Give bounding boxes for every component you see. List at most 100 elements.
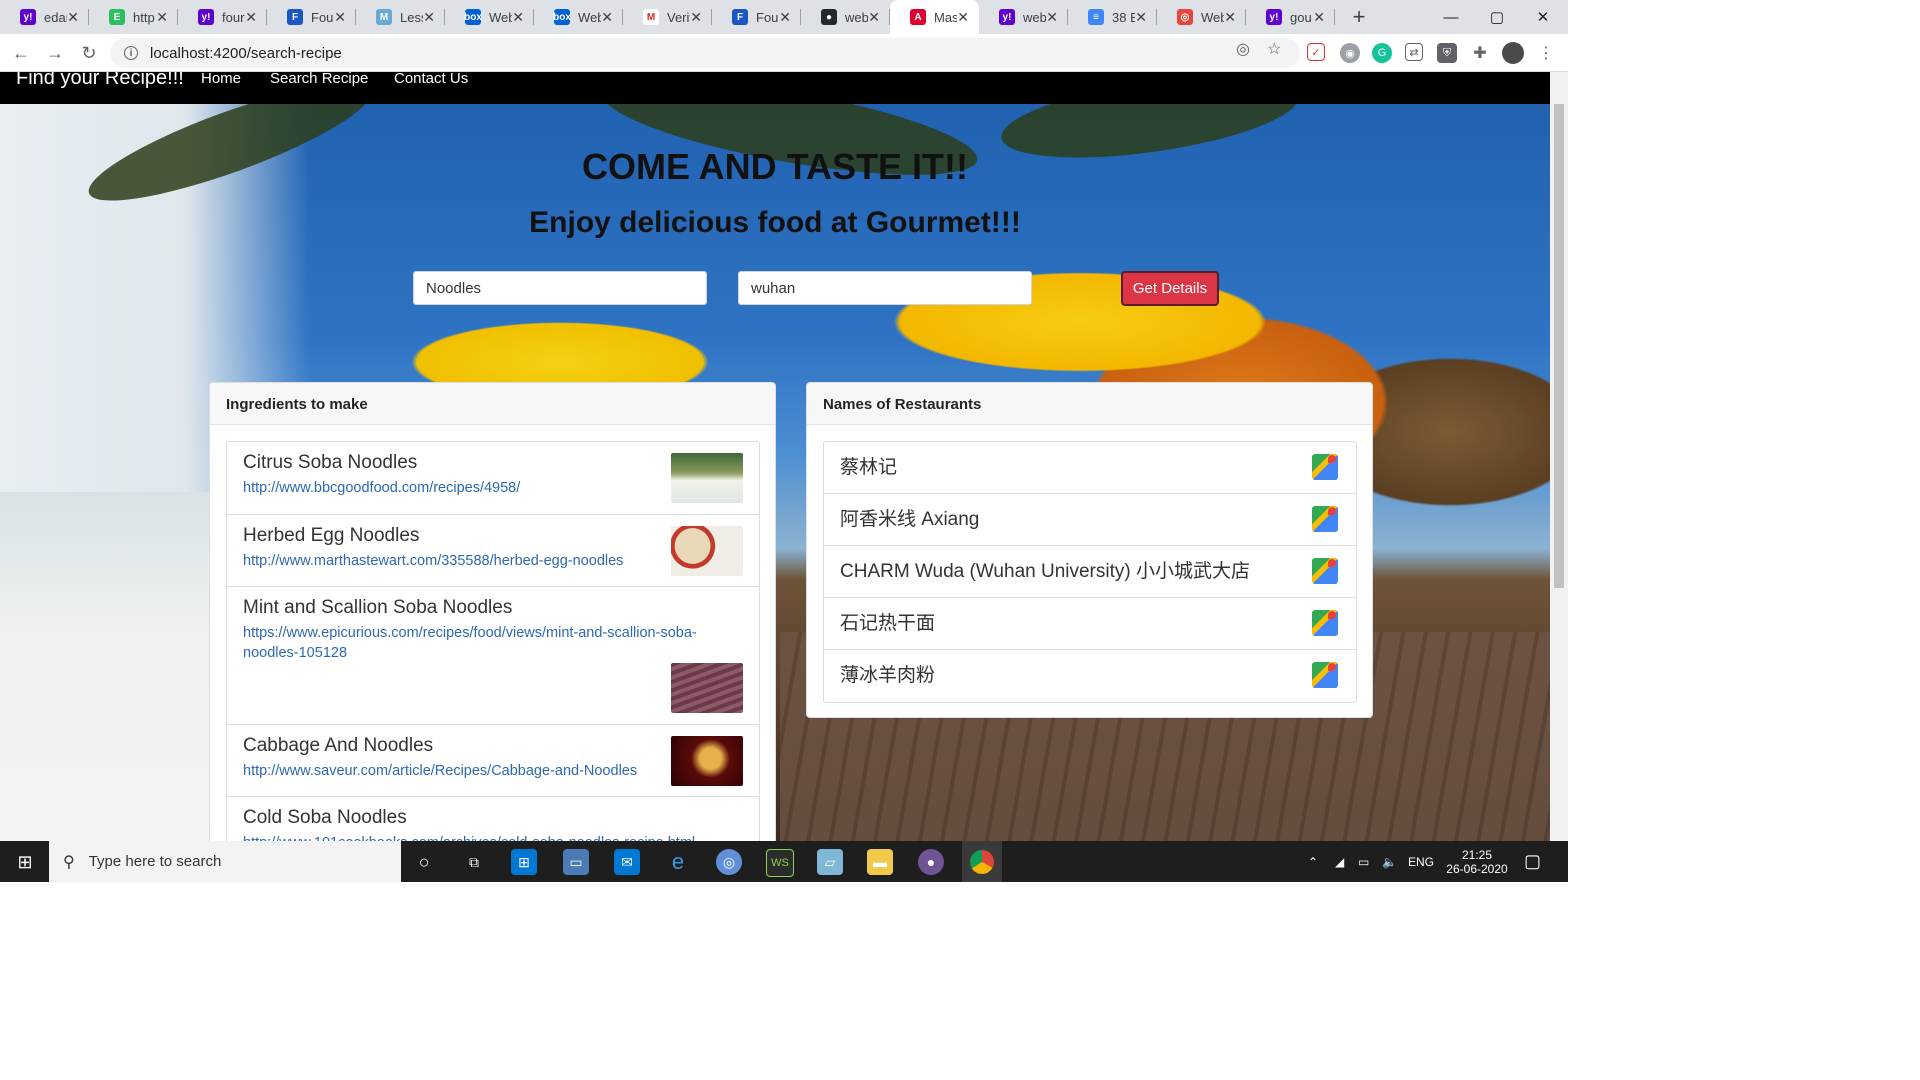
menu-dots-icon[interactable]: ⋮ (1536, 43, 1556, 63)
browser-tab[interactable]: Ehttp ✕ (89, 0, 178, 34)
tab-close-icon[interactable]: ✕ (1046, 9, 1058, 26)
tab-close-icon[interactable]: ✕ (512, 9, 524, 26)
task-view-icon[interactable]: ⧉ (461, 849, 487, 875)
tab-close-icon[interactable]: ✕ (1224, 9, 1236, 26)
computer-icon[interactable]: ▭ (563, 849, 589, 875)
recipe-link-continued[interactable]: noodles-105128 (243, 643, 347, 663)
browser-tab[interactable]: M Less✕ (356, 0, 445, 34)
extensions-puzzle-icon[interactable]: ✚ (1470, 43, 1490, 63)
forward-icon[interactable]: → (42, 40, 68, 66)
clipboard-extension-icon[interactable]: ⇄ (1405, 43, 1423, 61)
recipe-search-input[interactable] (413, 271, 707, 305)
browser-tab[interactable]: ≡ 38 E ✕ (1068, 0, 1157, 34)
tab-close-icon[interactable]: ✕ (1313, 9, 1325, 26)
recipe-link[interactable]: https://www.epicurious.com/recipes/food/… (243, 623, 697, 643)
address-bar[interactable]: i localhost:4200/search-recipe (110, 38, 1300, 68)
google-maps-icon[interactable] (1312, 610, 1338, 636)
browser-tab[interactable]: box Web ✕ (445, 0, 534, 34)
notification-icon[interactable]: ▢ (1524, 841, 1541, 882)
google-maps-icon[interactable] (1312, 506, 1338, 532)
recipe-thumbnail[interactable] (671, 453, 743, 503)
nav-link-home[interactable]: Home (201, 72, 241, 87)
restaurant-item[interactable]: 阿香米线 Axiang (824, 494, 1356, 546)
cortana-icon[interactable]: ○ (411, 849, 437, 875)
browser-tab[interactable]: y! four ✕ (178, 0, 267, 34)
tab-close-icon[interactable]: ✕ (868, 9, 880, 26)
browser-tab[interactable]: M Verify✕ (623, 0, 712, 34)
browser-tab[interactable]: A Mas ✕ (890, 0, 979, 34)
tab-close-icon[interactable]: ✕ (156, 9, 168, 26)
github-desktop-icon[interactable]: ● (918, 849, 944, 875)
back-icon[interactable]: ← (8, 40, 34, 66)
recipe-item[interactable]: Citrus Soba Noodles http://www.bbcgoodfo… (227, 442, 759, 515)
bookmark-star-icon[interactable]: ☆ (1267, 34, 1281, 64)
nav-link-search-recipe[interactable]: Search Recipe (270, 72, 368, 87)
show-hidden-icons[interactable]: ⌃ (1308, 841, 1318, 882)
recipe-item[interactable]: Herbed Egg Noodles http://www.marthastew… (227, 515, 759, 587)
shield-extension-icon[interactable]: ⛨ (1437, 43, 1457, 63)
recipe-item[interactable]: Cabbage And Noodles http://www.saveur.co… (227, 725, 759, 797)
browser-tab[interactable]: ● web ✕ (801, 0, 890, 34)
profile-avatar[interactable] (1502, 42, 1524, 64)
recipe-link[interactable]: http://www.bbcgoodfood.com/recipes/4958/ (243, 478, 520, 498)
restaurant-item[interactable]: 石记热干面 (824, 598, 1356, 650)
browser-tab[interactable]: F Foursquare✕ (267, 0, 356, 34)
browser-tab[interactable]: ◎ Web ✕ (1157, 0, 1246, 34)
google-maps-icon[interactable] (1312, 558, 1338, 584)
taskbar-search-box[interactable]: ⚲ Type here to search (49, 841, 401, 882)
browser-tab[interactable]: box Web ✕ (534, 0, 623, 34)
battery-icon[interactable]: ▭ (1358, 841, 1369, 882)
close-window-button[interactable]: ✕ (1520, 0, 1566, 34)
browser-tab[interactable]: y! web ✕ (979, 0, 1068, 34)
recipe-link[interactable]: http://www.101cookbooks.com/archives/col… (243, 833, 695, 841)
restaurant-item[interactable]: CHARM Wuda (Wuhan University) 小小城武大店 (824, 546, 1356, 598)
minimize-button[interactable]: — (1428, 0, 1474, 34)
maximize-button[interactable]: ▢ (1474, 0, 1520, 34)
tab-close-icon[interactable]: ✕ (67, 9, 79, 26)
google-maps-icon[interactable] (1312, 454, 1338, 480)
store-icon[interactable]: ⊞ (511, 849, 537, 875)
file-explorer-icon[interactable]: ▬ (867, 849, 893, 875)
grammarly-icon[interactable]: G (1372, 43, 1392, 63)
volume-icon[interactable]: 🔈 (1382, 841, 1397, 882)
pocket-extension-icon[interactable]: ✓ (1307, 43, 1325, 61)
brand-link[interactable]: Find your Recipe!!! (16, 72, 184, 90)
recipe-item[interactable]: Mint and Scallion Soba Noodles https://w… (227, 587, 759, 725)
edge-icon[interactable]: e (665, 849, 691, 875)
recipe-link[interactable]: http://www.saveur.com/article/Recipes/Ca… (243, 761, 637, 781)
clock[interactable]: 21:25 26-06-2020 (1446, 841, 1508, 882)
tab-close-icon[interactable]: ✕ (423, 9, 435, 26)
tab-close-icon[interactable]: ✕ (779, 9, 791, 26)
new-tab-button[interactable]: + (1341, 0, 1377, 34)
location-icon[interactable]: ◎ (1236, 34, 1250, 64)
recipe-thumbnail[interactable] (671, 526, 743, 576)
restaurant-item[interactable]: 薄冰羊肉粉 (824, 650, 1356, 702)
tab-close-icon[interactable]: ✕ (245, 9, 257, 26)
browser-tab[interactable]: y! edamam✕ (0, 0, 89, 34)
page-scrollbar[interactable] (1550, 72, 1568, 841)
recipe-thumbnail[interactable] (671, 736, 743, 786)
reload-icon[interactable]: ↻ (76, 40, 102, 66)
windows-start-icon[interactable]: ⊞ (12, 849, 38, 875)
location-input[interactable] (738, 271, 1032, 305)
language-indicator[interactable]: ENG (1408, 841, 1434, 882)
nav-link-contact-us[interactable]: Contact Us (394, 72, 468, 87)
notes-icon[interactable]: ▱ (817, 849, 843, 875)
tab-close-icon[interactable]: ✕ (1135, 9, 1147, 26)
network-icon[interactable]: ◢ (1335, 841, 1344, 882)
mail-icon[interactable]: ✉ (614, 849, 640, 875)
get-details-button[interactable]: Get Details (1121, 271, 1219, 306)
recipe-thumbnail[interactable] (671, 663, 743, 713)
browser-tab[interactable]: F Foursquare✕ (712, 0, 801, 34)
browser-icon[interactable]: ◎ (716, 849, 742, 875)
tab-close-icon[interactable]: ✕ (601, 9, 613, 26)
recipe-link[interactable]: http://www.marthastewart.com/335588/herb… (243, 551, 623, 571)
restaurant-item[interactable]: 蔡林记 (824, 442, 1356, 494)
site-info-icon[interactable]: i (124, 46, 138, 60)
chrome-taskbar-button[interactable] (962, 841, 1002, 882)
browser-tab[interactable]: y! gou ✕ (1246, 0, 1335, 34)
webstorm-icon[interactable]: WS (766, 849, 794, 877)
tab-close-icon[interactable]: ✕ (690, 9, 702, 26)
recipe-item[interactable]: Cold Soba Noodles http://www.101cookbook… (227, 797, 759, 841)
tab-close-icon[interactable]: ✕ (957, 9, 969, 26)
